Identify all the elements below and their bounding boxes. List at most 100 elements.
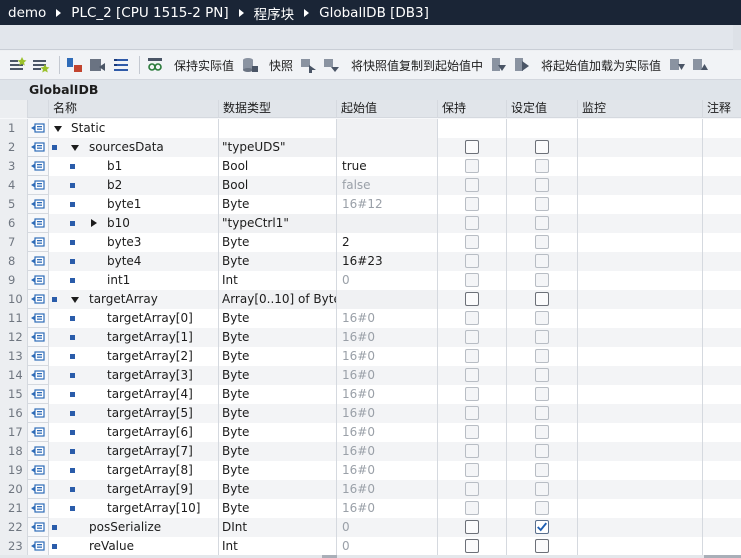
comment-cell[interactable]	[703, 214, 741, 233]
variable-name-cell[interactable]: b2	[49, 176, 219, 195]
comment-cell[interactable]	[703, 157, 741, 176]
variable-name-cell[interactable]: reValue	[49, 537, 219, 556]
data-type-cell[interactable]: Byte	[219, 480, 337, 499]
retain-checkbox[interactable]	[465, 159, 479, 173]
retain-checkbox[interactable]	[465, 197, 479, 211]
list-view-icon[interactable]	[111, 55, 131, 75]
setpoint-checkbox[interactable]	[535, 349, 549, 363]
table-row[interactable]: 21 targetArray[10] Byte 16#0	[0, 499, 741, 518]
data-type-cell[interactable]: Byte	[219, 404, 337, 423]
setpoint-checkbox[interactable]	[535, 387, 549, 401]
variable-name-cell[interactable]: Static	[49, 119, 219, 138]
variable-name-cell[interactable]: targetArray[10]	[49, 499, 219, 518]
start-value-cell[interactable]: 16#0	[337, 461, 438, 480]
table-row[interactable]: 4 b2 Bool false	[0, 176, 741, 195]
setpoint-checkbox[interactable]	[535, 140, 549, 154]
start-value-cell[interactable]: 16#0	[337, 385, 438, 404]
comment-cell[interactable]	[703, 271, 741, 290]
retain-checkbox[interactable]	[465, 463, 479, 477]
start-value-cell[interactable]	[337, 138, 438, 157]
load-start-value-icon[interactable]	[512, 55, 532, 75]
comment-cell[interactable]	[703, 195, 741, 214]
variable-name-cell[interactable]: b10	[49, 214, 219, 233]
breadcrumb-project[interactable]: demo	[8, 5, 46, 21]
comment-cell[interactable]	[703, 518, 741, 537]
comment-cell[interactable]	[703, 385, 741, 404]
comment-cell[interactable]	[703, 537, 741, 556]
setpoint-checkbox[interactable]	[535, 501, 549, 515]
header-start-value[interactable]: 起始值	[337, 100, 438, 118]
variable-name-cell[interactable]: targetArray[0]	[49, 309, 219, 328]
data-type-cell[interactable]: Bool	[219, 157, 337, 176]
setpoint-checkbox[interactable]	[535, 368, 549, 382]
retain-checkbox[interactable]	[465, 140, 479, 154]
data-type-cell[interactable]: DInt	[219, 518, 337, 537]
comment-cell[interactable]	[703, 404, 741, 423]
retain-checkbox[interactable]	[465, 178, 479, 192]
start-value-cell[interactable]: 16#23	[337, 252, 438, 271]
comment-cell[interactable]	[703, 290, 741, 309]
table-row[interactable]: 19 targetArray[8] Byte 16#0	[0, 461, 741, 480]
variable-name-cell[interactable]: byte3	[49, 233, 219, 252]
setpoint-checkbox[interactable]	[535, 406, 549, 420]
variable-name-cell[interactable]: byte4	[49, 252, 219, 271]
table-row[interactable]: 16 targetArray[5] Byte 16#0	[0, 404, 741, 423]
start-value-cell[interactable]	[337, 290, 438, 309]
variable-name-cell[interactable]: targetArray[7]	[49, 442, 219, 461]
table-row[interactable]: 15 targetArray[4] Byte 16#0	[0, 385, 741, 404]
start-value-cell[interactable]: 16#0	[337, 347, 438, 366]
expand-all-icon[interactable]	[65, 55, 85, 75]
setpoint-checkbox[interactable]	[535, 159, 549, 173]
data-type-cell[interactable]: Byte	[219, 328, 337, 347]
comment-cell[interactable]	[703, 176, 741, 195]
comment-cell[interactable]	[703, 442, 741, 461]
header-monitor[interactable]: 监控	[578, 100, 703, 118]
snapshot-database-icon[interactable]	[240, 55, 260, 75]
comment-cell[interactable]	[703, 480, 741, 499]
comment-cell[interactable]	[703, 366, 741, 385]
comment-cell[interactable]	[703, 252, 741, 271]
start-value-cell[interactable]: 0	[337, 518, 438, 537]
setpoint-checkbox[interactable]	[535, 425, 549, 439]
data-type-cell[interactable]: Byte	[219, 442, 337, 461]
comment-cell[interactable]	[703, 138, 741, 157]
data-type-cell[interactable]: Byte	[219, 499, 337, 518]
data-type-cell[interactable]: Byte	[219, 309, 337, 328]
data-type-cell[interactable]: Int	[219, 271, 337, 290]
comment-cell[interactable]	[703, 119, 741, 138]
data-type-cell[interactable]: Bool	[219, 176, 337, 195]
breadcrumb-plc[interactable]: PLC_2 [CPU 1515-2 PN]	[71, 5, 228, 21]
setpoint-checkbox[interactable]	[535, 330, 549, 344]
table-row[interactable]: 2 sourcesData "typeUDS"	[0, 138, 741, 157]
variable-name-cell[interactable]: targetArray[8]	[49, 461, 219, 480]
start-value-cell[interactable]: true	[337, 157, 438, 176]
collapse-icon[interactable]	[54, 126, 62, 132]
header-setpoint[interactable]: 设定值	[507, 100, 578, 118]
variable-name-cell[interactable]: b1	[49, 157, 219, 176]
start-value-cell[interactable]: 16#0	[337, 366, 438, 385]
data-type-cell[interactable]: Byte	[219, 347, 337, 366]
table-row[interactable]: 12 targetArray[1] Byte 16#0	[0, 328, 741, 347]
table-row[interactable]: 3 b1 Bool true	[0, 157, 741, 176]
download-icon[interactable]	[667, 55, 687, 75]
setpoint-checkbox[interactable]	[535, 197, 549, 211]
setpoint-checkbox[interactable]	[535, 463, 549, 477]
collapse-all-icon[interactable]	[88, 55, 108, 75]
variable-name-cell[interactable]: targetArray[5]	[49, 404, 219, 423]
header-name[interactable]: 名称	[49, 100, 219, 118]
start-value-cell[interactable]	[337, 119, 438, 138]
retain-checkbox[interactable]	[465, 406, 479, 420]
data-type-cell[interactable]: Byte	[219, 366, 337, 385]
load-snapshot-icon[interactable]	[489, 55, 509, 75]
header-retain[interactable]: 保持	[438, 100, 507, 118]
header-comment[interactable]: 注释	[703, 100, 741, 118]
table-row[interactable]: 8 byte4 Byte 16#23	[0, 252, 741, 271]
table-row[interactable]: 13 targetArray[2] Byte 16#0	[0, 347, 741, 366]
table-row[interactable]: 18 targetArray[7] Byte 16#0	[0, 442, 741, 461]
copy-snapshot-to-start-button[interactable]: 将快照值复制到起始值中	[351, 57, 483, 74]
data-type-cell[interactable]: "typeUDS"	[219, 138, 337, 157]
variable-name-cell[interactable]: targetArray[6]	[49, 423, 219, 442]
retain-checkbox[interactable]	[465, 273, 479, 287]
retain-checkbox[interactable]	[465, 444, 479, 458]
table-row[interactable]: 6 b10 "typeCtrl1"	[0, 214, 741, 233]
